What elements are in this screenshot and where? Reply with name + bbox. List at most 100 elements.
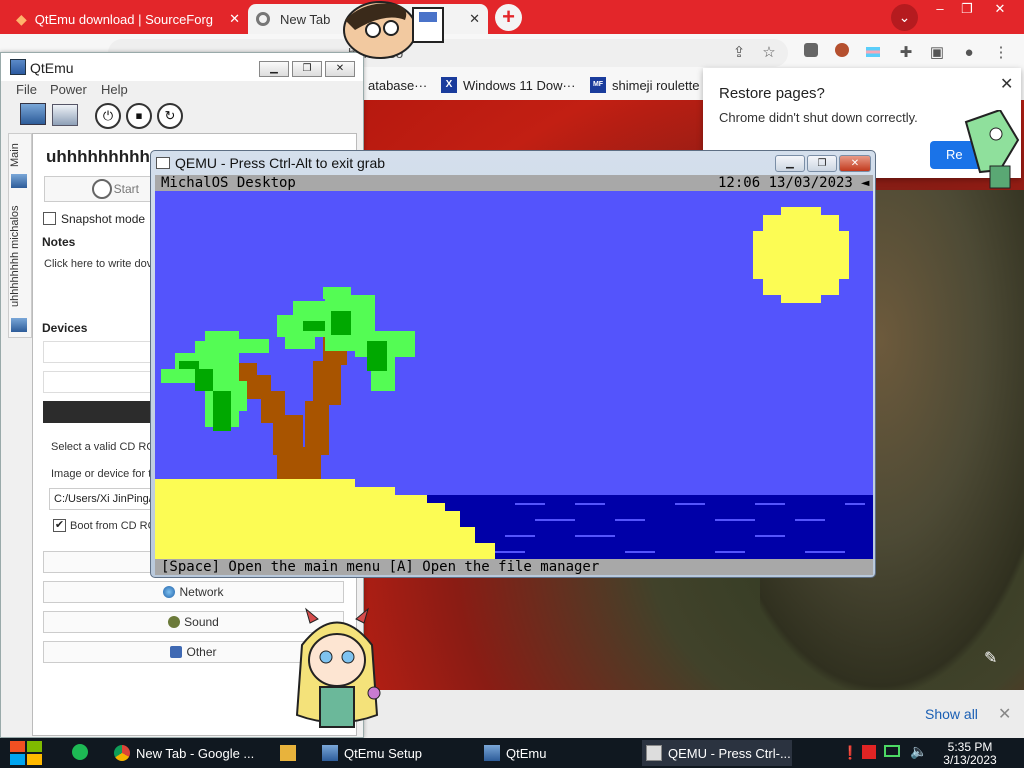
os-top-bar: MichalOS Desktop 12:06 13/03/2023 ◄	[155, 175, 873, 191]
bookmark-windows11[interactable]: X Windows 11 Dow···	[441, 75, 575, 95]
share-icon[interactable]: ⇪	[728, 42, 750, 64]
profile-icon[interactable]: ●	[958, 42, 980, 64]
os-clock: 12:06 13/03/2023	[718, 175, 853, 191]
notes-field[interactable]: Click here to write dov	[44, 258, 152, 270]
machine-icon	[11, 174, 27, 188]
boot-cd-label: Boot from CD RO	[70, 520, 152, 532]
restore-button[interactable]: ❐	[955, 2, 979, 18]
power-icon	[92, 179, 112, 199]
minimize-button[interactable]: –	[928, 2, 952, 18]
taskbar-item-explorer[interactable]	[276, 740, 306, 766]
network-icon[interactable]	[884, 745, 900, 757]
shimeji-character[interactable]	[292, 605, 382, 740]
menu-file[interactable]: File	[16, 82, 37, 97]
taskbar-item-chrome[interactable]: New Tab - Google ...	[110, 740, 260, 766]
new-tab-button[interactable]: +	[495, 4, 522, 31]
printer-icon[interactable]	[52, 104, 78, 126]
shimeji-character[interactable]	[335, 0, 445, 60]
minimize-button[interactable]: ▁	[259, 61, 289, 77]
device-slot[interactable]	[43, 341, 151, 363]
bookmark-shimeji[interactable]: MF shimeji roulette	[590, 75, 699, 95]
avatar-icon[interactable]	[831, 42, 853, 64]
restore-button[interactable]: ❐	[807, 155, 837, 172]
minimize-button[interactable]: ▁	[775, 155, 805, 172]
sand	[155, 479, 495, 559]
cdrom-header[interactable]	[43, 401, 151, 423]
devices-heading: Devices	[42, 321, 88, 335]
tab-sourceforge[interactable]: ◆ QtEmu download | SourceForg ✕	[8, 4, 248, 34]
os-status-bar: [Space] Open the main menu [A] Open the …	[155, 559, 873, 575]
taskbar-item-qemu[interactable]: QEMU - Press Ctrl-...	[642, 740, 792, 766]
qtemu-icon	[484, 745, 500, 761]
qemu-window-icon	[156, 157, 170, 169]
bookmark-database[interactable]: atabase···	[368, 75, 427, 95]
image-hint: Image or device for t	[51, 468, 151, 480]
clock-date[interactable]: 3/13/2023	[940, 753, 1000, 767]
sidebar-icon[interactable]: ▣	[926, 42, 948, 64]
flag-icon[interactable]	[862, 42, 884, 64]
edit-icon[interactable]: ✎	[984, 648, 997, 668]
reset-icon[interactable]: ↻	[157, 103, 183, 129]
installer-icon	[322, 745, 338, 761]
machine-icon	[11, 318, 27, 332]
restore-message: Chrome didn't shut down correctly.	[719, 110, 918, 125]
sun	[753, 207, 849, 303]
network-button[interactable]: Network	[43, 581, 344, 603]
volume-icon[interactable]: 🔈	[910, 743, 927, 760]
new-machine-icon[interactable]	[20, 103, 46, 125]
speaker-icon	[168, 616, 181, 628]
bookmark-label: Windows 11 Dow···	[463, 77, 576, 93]
menu-power[interactable]: Power	[50, 82, 87, 97]
tab-search-button[interactable]: ⌄	[891, 4, 918, 31]
taskbar-item-qtemu-setup[interactable]: QtEmu Setup	[318, 740, 468, 766]
star-icon[interactable]: ☆	[758, 42, 780, 64]
alert-icon[interactable]: ❗	[842, 745, 858, 761]
speaker-icon: ◄	[861, 175, 870, 191]
power-icon[interactable]: ⏻	[95, 103, 121, 129]
sound-label: Sound	[184, 615, 219, 629]
notes-heading: Notes	[42, 235, 76, 249]
device-slot[interactable]	[43, 371, 151, 393]
stop-icon[interactable]: ⏹	[126, 103, 152, 129]
show-all-link[interactable]: Show all	[925, 706, 978, 722]
window-title: QtEmu	[30, 60, 74, 76]
cdrom-path-input[interactable]: C:/Users/Xi JinPing/I	[49, 488, 151, 510]
other-label: Other	[186, 645, 217, 659]
close-button[interactable]: ✕	[988, 2, 1012, 18]
mf-icon: MF	[590, 77, 606, 93]
tab-close-icon[interactable]: ✕	[469, 11, 480, 27]
chrome-icon	[256, 12, 270, 26]
tab-main[interactable]: Main	[9, 138, 33, 172]
tab-machine[interactable]: uhhhhhhhh michalos	[9, 200, 33, 312]
menu-help[interactable]: Help	[101, 82, 128, 97]
close-button[interactable]: ✕	[839, 155, 871, 172]
x-icon: X	[441, 77, 457, 93]
qtemu-logo-icon	[10, 59, 26, 75]
taskbar-item-qtemu[interactable]: QtEmu	[480, 740, 630, 766]
puzzle-icon[interactable]: ✚	[895, 42, 917, 64]
close-button[interactable]: ✕	[325, 61, 355, 77]
extension-ud-icon[interactable]	[800, 42, 822, 64]
snapshot-checkbox[interactable]	[43, 212, 56, 225]
cdrom-hint: Select a valid CD ROI	[51, 441, 151, 453]
taskbar-label: QEMU - Press Ctrl-...	[668, 745, 791, 761]
clock-time[interactable]: 5:35 PM	[940, 740, 1000, 754]
flag-icon[interactable]	[862, 745, 876, 759]
vm-name[interactable]: uhhhhhhhhh	[46, 147, 156, 167]
restore-title: Restore pages?	[719, 85, 825, 102]
menu-icon[interactable]: ⋮	[990, 42, 1012, 64]
taskbar-label: QtEmu	[506, 745, 547, 761]
tab-close-icon[interactable]: ✕	[229, 11, 240, 27]
vm-screen[interactable]: MichalOS Desktop 12:06 13/03/2023 ◄ [Spa…	[155, 175, 873, 575]
close-icon[interactable]: ✕	[1000, 74, 1013, 94]
start-icon[interactable]	[10, 741, 42, 765]
shimeji-character[interactable]	[960, 110, 1024, 190]
palm-leaves	[277, 287, 415, 391]
restore-button[interactable]: ❐	[292, 61, 322, 77]
spotify-icon[interactable]	[72, 744, 88, 760]
boot-cd-checkbox[interactable]: ✔	[53, 519, 66, 532]
os-title: MichalOS Desktop	[161, 175, 296, 191]
globe-icon	[163, 586, 176, 598]
snapshot-label: Snapshot mode	[61, 212, 146, 226]
close-icon[interactable]: ✕	[998, 704, 1011, 724]
